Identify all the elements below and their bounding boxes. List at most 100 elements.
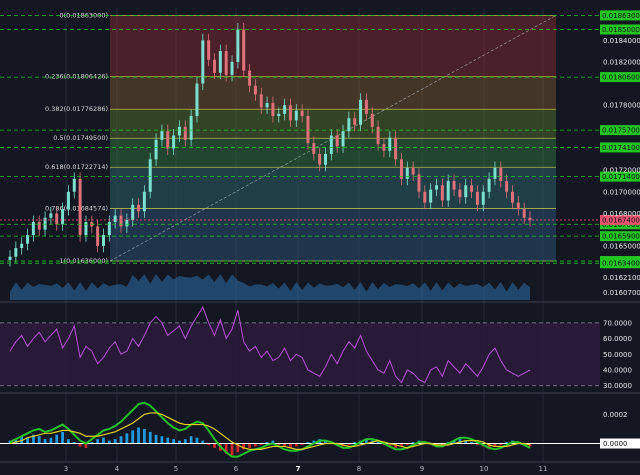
candle-body[interactable] — [493, 167, 497, 179]
candle-body[interactable] — [341, 131, 345, 147]
candle-body[interactable] — [446, 180, 450, 201]
candle-body[interactable] — [452, 180, 456, 190]
rsi-axis-tick: 30.0000 — [603, 382, 632, 390]
candle-body[interactable] — [335, 135, 339, 147]
candle-body[interactable] — [248, 70, 252, 86]
candle-body[interactable] — [318, 153, 322, 165]
candle-body[interactable] — [470, 185, 474, 192]
candle-body[interactable] — [224, 51, 228, 75]
candle-body[interactable] — [207, 40, 211, 60]
candle-body[interactable] — [370, 113, 374, 127]
fibonacci-retracement[interactable]: 0(0.01863000)0.236(0.01806426)0.382(0.01… — [45, 11, 557, 265]
candle-body[interactable] — [37, 222, 41, 230]
price-level-label: 0.01806000 — [602, 74, 640, 82]
candle-body[interactable] — [8, 256, 12, 260]
candle-body[interactable] — [160, 131, 164, 140]
candle-body[interactable] — [388, 137, 392, 151]
candle-body[interactable] — [154, 139, 158, 160]
candle-body[interactable] — [294, 110, 298, 121]
candle-body[interactable] — [49, 213, 53, 218]
candle-body[interactable] — [288, 105, 292, 121]
candle-body[interactable] — [499, 167, 503, 181]
candle-body[interactable] — [300, 110, 304, 117]
macd-histogram-bar — [61, 431, 64, 444]
candle-body[interactable] — [376, 126, 380, 145]
candle-body[interactable] — [271, 103, 275, 117]
candle-body[interactable] — [347, 118, 351, 132]
candle-body[interactable] — [435, 185, 439, 190]
candle-body[interactable] — [113, 215, 117, 223]
candle-body[interactable] — [230, 61, 234, 75]
candle-body[interactable] — [312, 143, 316, 154]
candle-body[interactable] — [475, 191, 479, 205]
candle-body[interactable] — [277, 113, 281, 117]
candle-body[interactable] — [253, 85, 257, 95]
candle-body[interactable] — [242, 29, 246, 71]
candle-body[interactable] — [329, 135, 333, 154]
candle-body[interactable] — [283, 105, 287, 114]
macd-histogram-bar — [49, 437, 53, 444]
candle-body[interactable] — [55, 213, 59, 225]
candle-body[interactable] — [78, 178, 82, 236]
candle-body[interactable] — [411, 167, 415, 175]
rsi-axis-tick: 60.0000 — [603, 335, 632, 343]
time-axis-tick: 11 — [539, 465, 548, 473]
candle-body[interactable] — [101, 235, 105, 246]
macd-histogram-bar — [230, 443, 234, 456]
fib-level-label: 0.5(0.01749500) — [53, 134, 108, 142]
candle-body[interactable] — [31, 222, 35, 236]
candle-body[interactable] — [417, 174, 421, 192]
candle-body[interactable] — [364, 99, 368, 114]
candle-body[interactable] — [359, 99, 363, 125]
candle-body[interactable] — [265, 103, 269, 108]
candle-body[interactable] — [172, 135, 176, 149]
candle-body[interactable] — [259, 94, 263, 108]
price-axis-tick: 0.01820000 — [603, 58, 640, 66]
price-axis-tick: 0.01621000 — [603, 274, 640, 282]
candle-body[interactable] — [66, 191, 70, 210]
candle-body[interactable] — [195, 83, 199, 117]
candle-body[interactable] — [306, 116, 310, 144]
candle-body[interactable] — [189, 116, 193, 140]
macd-axis-tick: 0.0002 — [603, 411, 628, 419]
candle-body[interactable] — [382, 144, 386, 151]
candle-body[interactable] — [183, 126, 187, 140]
trading-chart[interactable]: 0(0.01863000)0.236(0.01806426)0.382(0.01… — [0, 0, 640, 475]
candle-body[interactable] — [423, 191, 427, 203]
candle-body[interactable] — [464, 185, 468, 198]
candle-body[interactable] — [324, 153, 328, 165]
candle-body[interactable] — [61, 209, 65, 225]
price-axis-tick: 0.01607000 — [603, 289, 640, 297]
candle-body[interactable] — [405, 167, 409, 179]
candle-body[interactable] — [510, 191, 514, 203]
candle-body[interactable] — [505, 180, 509, 192]
candle-body[interactable] — [522, 209, 526, 218]
candle-body[interactable] — [458, 189, 462, 198]
candle-body[interactable] — [429, 189, 433, 203]
candle-body[interactable] — [14, 248, 18, 257]
fib-level-label: 0.618(0.01722714) — [45, 163, 108, 171]
candle-body[interactable] — [119, 215, 123, 227]
candle-body[interactable] — [516, 202, 520, 210]
candle-body[interactable] — [166, 131, 170, 149]
candle-body[interactable] — [218, 51, 222, 73]
fib-level-label: 0.382(0.01776286) — [45, 105, 108, 113]
candle-body[interactable] — [353, 118, 357, 125]
candle-body[interactable] — [236, 29, 240, 62]
time-axis-tick: 7 — [296, 465, 301, 473]
candle-body[interactable] — [137, 204, 141, 212]
candle-body[interactable] — [212, 59, 216, 73]
candle-body[interactable] — [142, 191, 146, 212]
candle-body[interactable] — [20, 243, 24, 249]
candle-body[interactable] — [487, 178, 491, 192]
candle-body[interactable] — [399, 159, 403, 179]
candle-body[interactable] — [72, 178, 76, 192]
candle-body[interactable] — [131, 204, 135, 220]
candle-body[interactable] — [125, 219, 129, 227]
candle-body[interactable] — [148, 159, 152, 192]
fib-level-label: 0.236(0.01806426) — [45, 73, 108, 81]
candle-body[interactable] — [177, 126, 181, 136]
candle-body[interactable] — [440, 185, 444, 201]
candle-body[interactable] — [481, 191, 485, 205]
candle-body[interactable] — [394, 137, 398, 160]
